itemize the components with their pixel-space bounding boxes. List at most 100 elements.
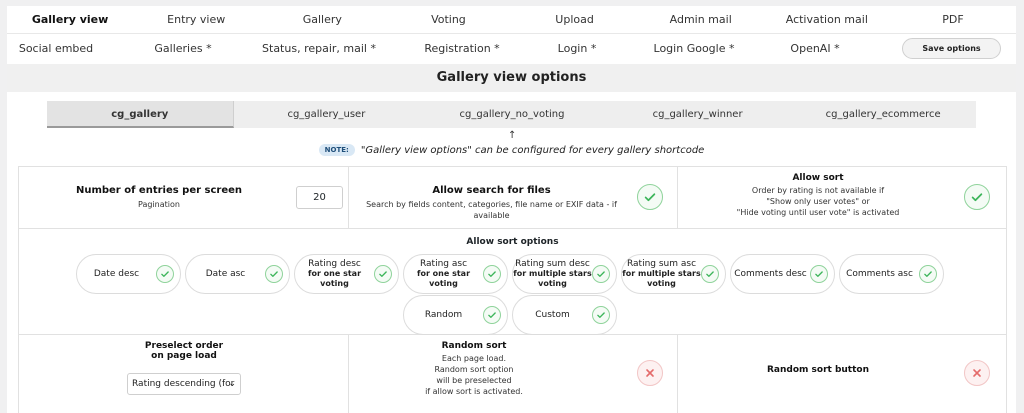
note-text: "Gallery view options" can be configured… (360, 144, 705, 156)
sort-sub-3: "Hide voting until user vote" is activat… (736, 208, 900, 217)
nav-admin-mail[interactable]: Admin mail (638, 6, 764, 33)
sort-option-label: Random (404, 310, 483, 320)
sort-title: Allow sort (792, 173, 844, 183)
sort-option-label: Rating sum asc for multiple stars voting (622, 259, 701, 289)
sort-option-checkbox[interactable] (592, 306, 610, 324)
sort-option-name: Random (424, 310, 463, 320)
options-grid: Number of entries per screen Pagination … (18, 166, 1007, 413)
options-row-1: Number of entries per screen Pagination … (19, 167, 1006, 229)
search-title: Allow search for files (432, 185, 551, 196)
sort-option-checkbox[interactable] (592, 265, 610, 283)
nav-login[interactable]: Login * (558, 34, 597, 64)
check-icon (488, 312, 496, 318)
sort-option-label: Comments asc (840, 269, 919, 279)
random-sort-title: Random sort (441, 341, 507, 351)
sort-option-sub: for one star voting (416, 269, 471, 288)
preselect-title-2: on page load (151, 351, 217, 361)
allow-search-toggle[interactable] (637, 184, 663, 210)
sort-option-label: Custom (513, 310, 592, 320)
sort-option-label: Comments desc (731, 269, 810, 279)
sort-option-checkbox[interactable] (919, 265, 937, 283)
check-icon (597, 271, 605, 277)
sort-option-pill[interactable]: Custom (512, 295, 617, 335)
sort-option-pill[interactable]: Rating desc for one star voting (294, 254, 399, 294)
random-sort-button-toggle[interactable] (964, 360, 990, 386)
entries-per-screen-input[interactable]: 20 (296, 186, 343, 209)
nav-login-google[interactable]: Login Google * (654, 34, 735, 64)
sort-option-checkbox[interactable] (374, 265, 392, 283)
sort-option-label: Rating desc for one star voting (295, 259, 374, 289)
nav-voting[interactable]: Voting (385, 6, 511, 33)
save-options-button[interactable]: Save options (902, 38, 1001, 59)
sort-option-name: Rating asc (419, 259, 468, 269)
tab-cg-gallery-user[interactable]: cg_gallery_user (234, 101, 420, 128)
sort-option-checkbox[interactable] (265, 265, 283, 283)
sort-option-sub: for one star voting (307, 269, 362, 288)
sort-option-checkbox[interactable] (483, 306, 501, 324)
sort-option-pill[interactable]: Rating sum desc for multiple stars voting (512, 254, 617, 294)
allow-sort-toggle[interactable] (964, 184, 990, 210)
section-title: Gallery view options (7, 64, 1016, 92)
sort-options-row: Allow sort options Date desc Date asc Rati… (19, 229, 1006, 335)
preselect-title-1: Preselect order (144, 341, 224, 351)
nav-status-repair-mail[interactable]: Status, repair, mail * (262, 34, 376, 64)
allow-search-cell: Allow search for files Search by fields … (349, 167, 678, 228)
random-sort-button-title: Random sort button (766, 365, 869, 375)
nav-activation-mail[interactable]: Activation mail (764, 6, 890, 33)
close-icon (646, 369, 654, 377)
nav-gallery-view[interactable]: Gallery view (7, 6, 133, 33)
random-sort-button-cell: Random sort button (678, 335, 1006, 413)
entries-title: Number of entries per screen (75, 185, 243, 196)
random-sort-line-2: Random sort option (434, 365, 514, 374)
tab-cg-gallery-ecommerce[interactable]: cg_gallery_ecommerce (790, 101, 976, 128)
arrow-up-icon: ↑ (508, 130, 517, 141)
sort-option-checkbox[interactable] (810, 265, 828, 283)
check-icon (488, 271, 496, 277)
sort-option-pill[interactable]: Date asc (185, 254, 290, 294)
sort-option-pill[interactable]: Random (403, 295, 508, 335)
tab-cg-gallery-winner[interactable]: cg_gallery_winner (605, 101, 791, 128)
sort-option-checkbox[interactable] (701, 265, 719, 283)
preselect-value: Rating descending (for (132, 379, 235, 389)
sort-option-name: Date desc (93, 269, 140, 279)
nav-gallery[interactable]: Gallery (259, 6, 385, 33)
sort-option-pill[interactable]: Comments desc (730, 254, 835, 294)
close-icon (973, 369, 981, 377)
nav-registration[interactable]: Registration * (424, 34, 499, 64)
sort-option-label: Rating asc for one star voting (404, 259, 483, 289)
sort-option-pill[interactable]: Rating asc for one star voting (403, 254, 508, 294)
allow-sort-cell: Allow sort Order by rating is not availa… (678, 167, 1006, 228)
nav-galleries[interactable]: Galleries * (154, 34, 211, 64)
note-badge: NOTE: (318, 144, 355, 156)
sort-option-name: Date asc (205, 269, 246, 279)
check-icon (161, 271, 169, 277)
sort-option-pill[interactable]: Rating sum asc for multiple stars voting (621, 254, 726, 294)
main-nav: Gallery view Entry view Gallery Voting U… (7, 6, 1016, 34)
tab-cg-gallery[interactable]: cg_gallery (47, 101, 234, 128)
nav-pdf[interactable]: PDF (890, 6, 1016, 33)
sort-sub-1: Order by rating is not available if (751, 186, 885, 195)
nav-social-embed[interactable]: Social embed (19, 34, 93, 64)
sort-option-label: Date desc (77, 269, 156, 279)
tab-cg-gallery-no-voting[interactable]: cg_gallery_no_voting (419, 101, 605, 128)
preselect-order-cell: Preselect order on page load Rating desc… (19, 335, 349, 413)
nav-entry-view[interactable]: Entry view (133, 6, 259, 33)
sort-option-checkbox[interactable] (483, 265, 501, 283)
check-icon (597, 312, 605, 318)
sort-option-pill[interactable]: Date desc (76, 254, 181, 294)
check-icon (971, 193, 983, 202)
nav-openai[interactable]: OpenAI * (790, 34, 839, 64)
preselect-order-select[interactable]: Rating descending (for ⌄ (127, 373, 241, 395)
nav-upload[interactable]: Upload (512, 6, 638, 33)
sort-option-label: Date asc (186, 269, 265, 279)
check-icon (706, 271, 714, 277)
check-icon (379, 271, 387, 277)
options-row-3: Preselect order on page load Rating desc… (19, 335, 1006, 413)
sort-option-name: Rating sum asc (626, 259, 697, 269)
random-sort-toggle[interactable] (637, 360, 663, 386)
search-sub: Search by fields content, categories, fi… (366, 200, 617, 220)
sort-option-checkbox[interactable] (156, 265, 174, 283)
sort-option-pill[interactable]: Comments asc (839, 254, 944, 294)
sort-option-name: Rating desc (308, 259, 361, 269)
chevron-down-icon: ⌄ (228, 379, 236, 389)
